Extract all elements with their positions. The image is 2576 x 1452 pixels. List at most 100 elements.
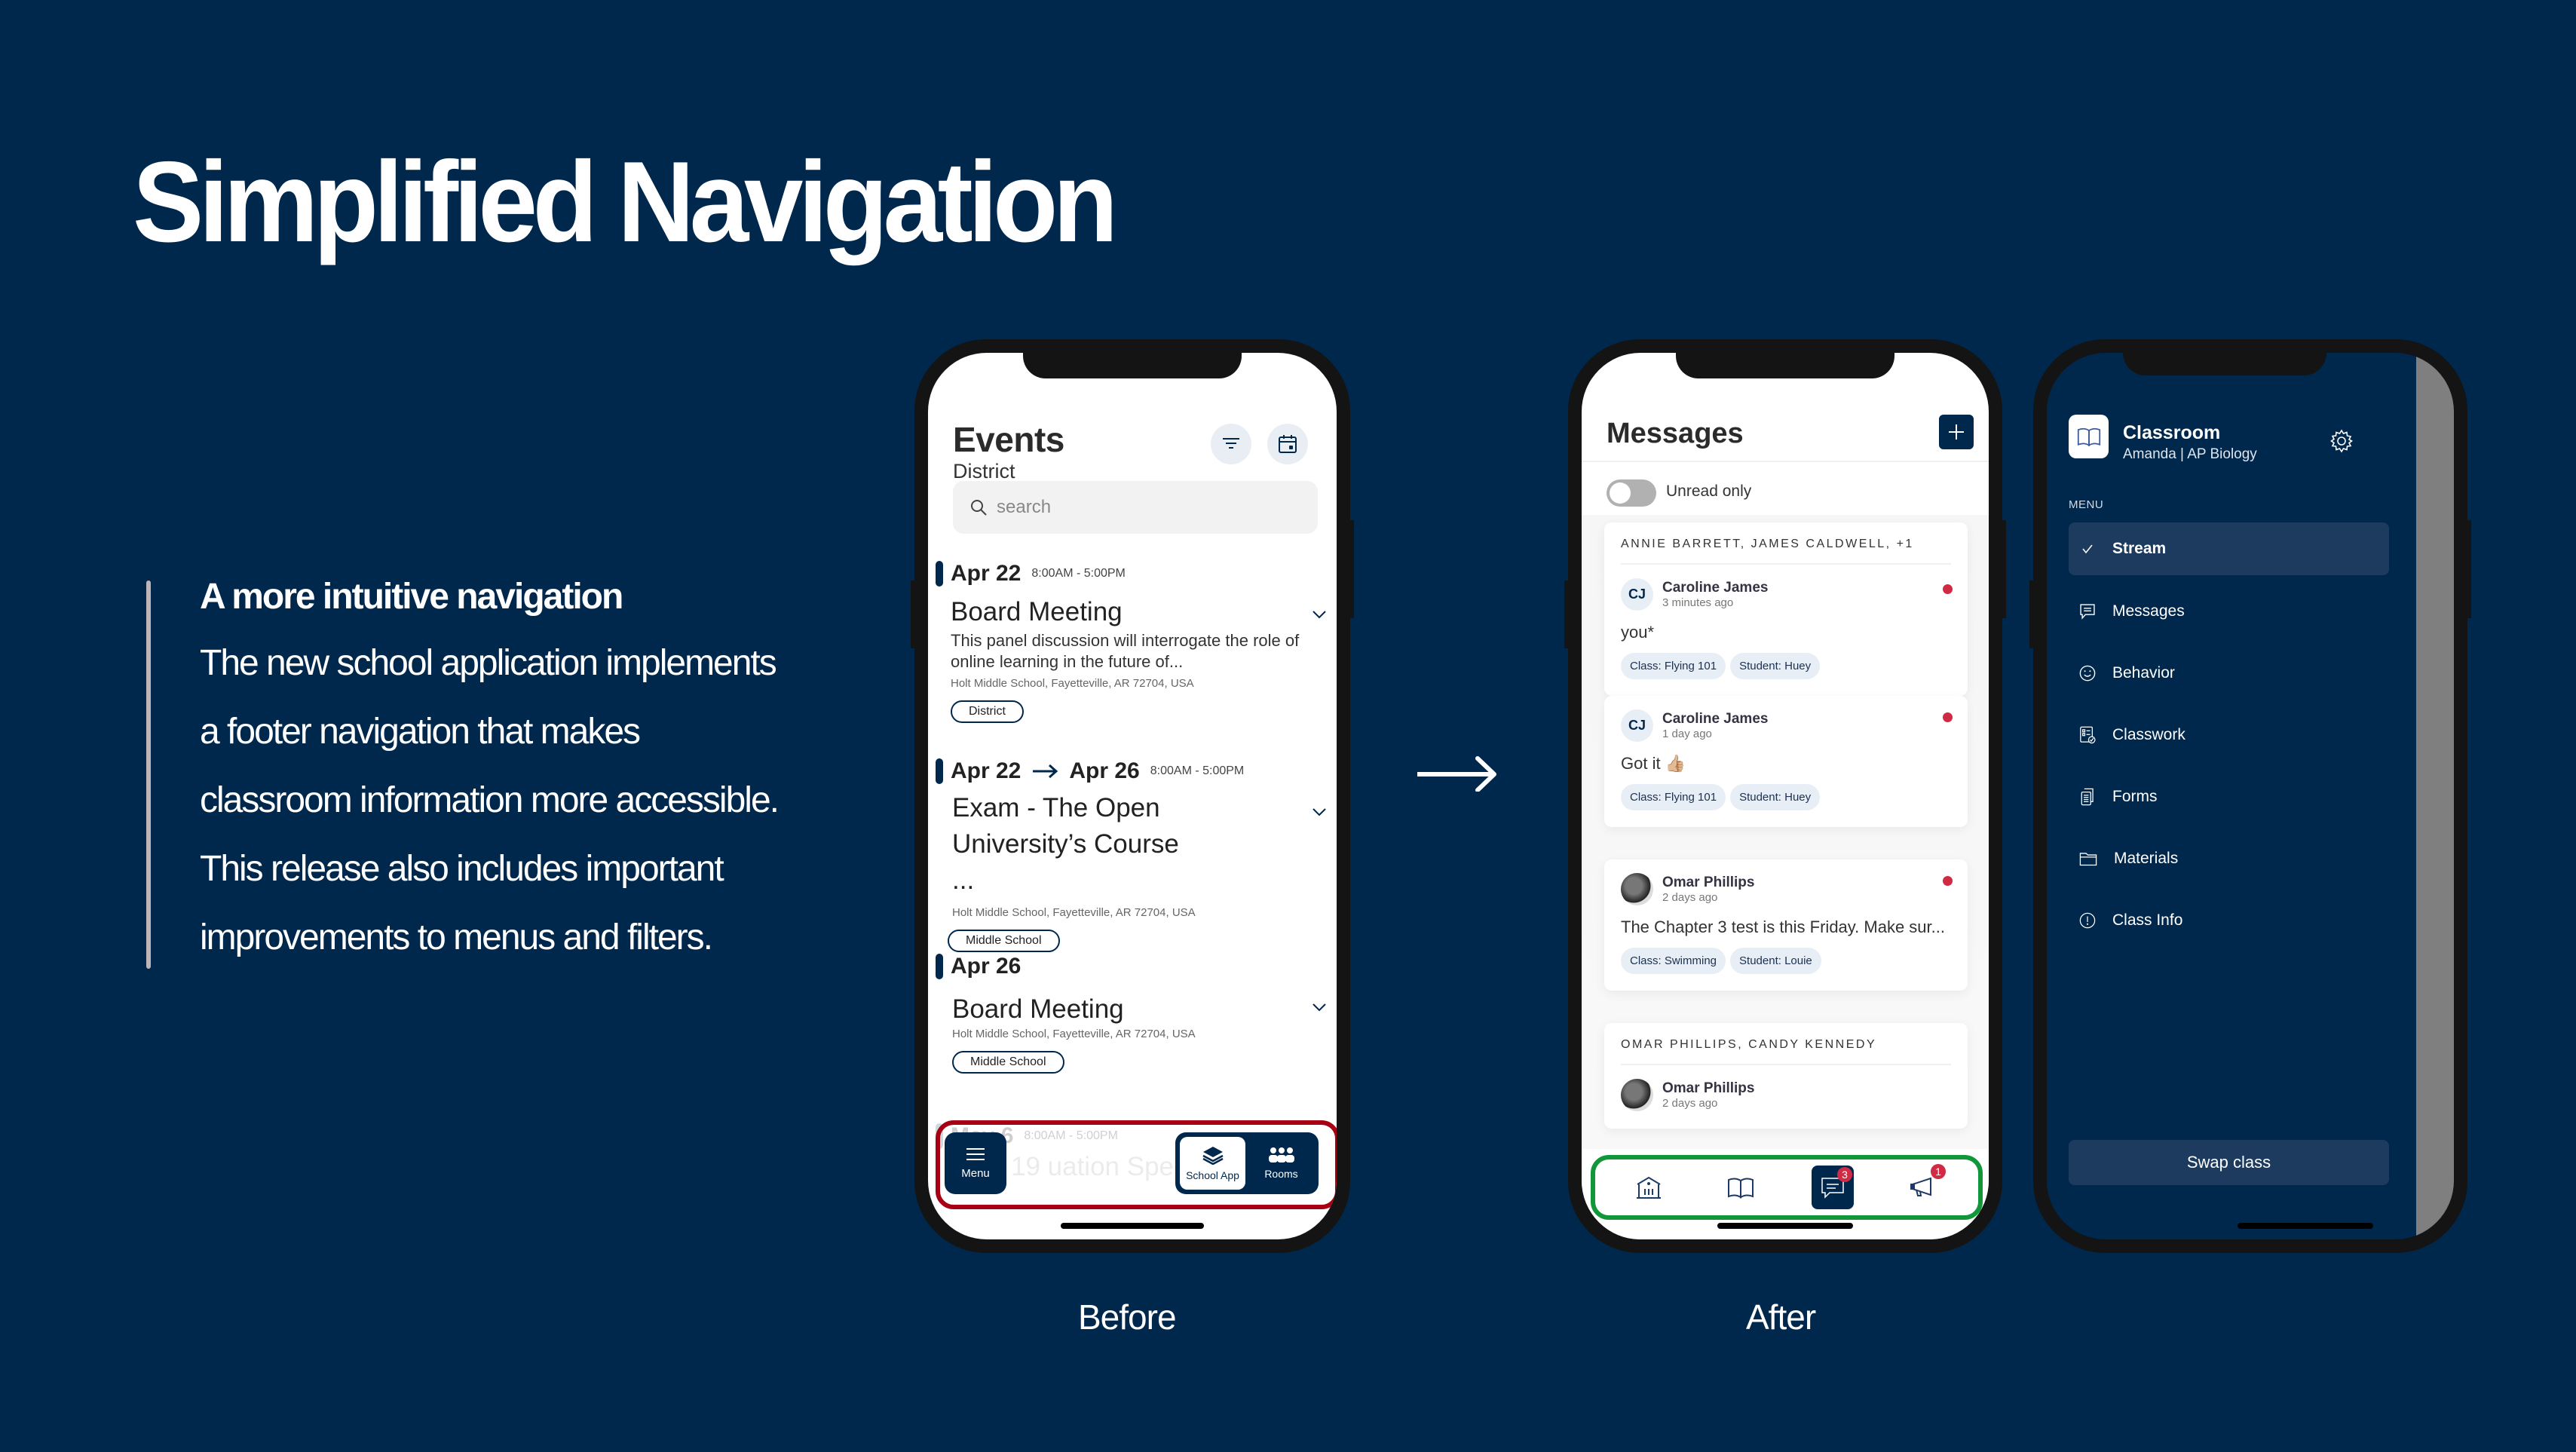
classwork-icon <box>2080 726 2096 744</box>
unread-only-label: Unread only <box>1666 482 1752 500</box>
messages-screen: Messages ANNIE BARRETT, JAMES CALDWELL, … <box>1582 353 1989 1239</box>
avatar-photo <box>1621 1079 1653 1111</box>
feature-heading: A more intuitive navigation <box>200 577 623 617</box>
tab-school[interactable] <box>1628 1166 1670 1209</box>
school-app-tab[interactable]: School App <box>1180 1137 1245 1190</box>
event-name: Exam - The Open University’s Course ... <box>952 793 1179 895</box>
menu-item-label: Behavior <box>2112 664 2175 682</box>
gear-icon[interactable] <box>2329 428 2354 454</box>
filter-button[interactable] <box>1211 424 1251 464</box>
message-list: ANNIE BARRETT, JAMES CALDWELL, +1 CJ Car… <box>1582 515 1989 1164</box>
feature-line: This release also includes important <box>200 849 724 889</box>
tab-messages[interactable]: 3 <box>1812 1166 1854 1209</box>
student-tag[interactable]: Student: Louie <box>1730 948 1821 974</box>
chevron-down-icon[interactable] <box>1311 804 1328 820</box>
calendar-icon <box>1279 435 1297 453</box>
hamburger-icon <box>966 1147 985 1160</box>
menu-item-label: Messages <box>2112 602 2185 620</box>
message-preview: The Chapter 3 test is this Friday. Make … <box>1621 917 1945 936</box>
event-item[interactable]: Apr 22 8:00AM - 5:00PM Board Meeting Thi… <box>936 561 1328 723</box>
chevron-down-icon[interactable] <box>1311 606 1328 623</box>
tab-announcements[interactable]: 1 <box>1904 1164 1946 1209</box>
drawer-title: Classroom <box>2123 422 2221 443</box>
message-time: 2 days ago <box>1662 891 1718 904</box>
event-tag[interactable]: Middle School <box>952 1051 1064 1074</box>
footer-tab-bar: 3 1 <box>1591 1155 1983 1220</box>
message-thread[interactable]: CJ Caroline James 1 day ago Got it 👍🏼 Cl… <box>1604 696 1968 827</box>
sender-name: Caroline James <box>1662 580 1769 596</box>
after-caption: After <box>1746 1297 1816 1337</box>
feature-line: The new school application implements <box>200 643 777 683</box>
forms-icon <box>2081 788 2094 806</box>
menu-item-materials[interactable]: Materials <box>2069 832 2389 885</box>
swap-class-button[interactable]: Swap class <box>2069 1140 2389 1185</box>
message-preview: Got it 👍🏼 <box>1621 754 1686 773</box>
menu-item-behavior[interactable]: Behavior <box>2069 647 2389 700</box>
menu-heading: MENU <box>2069 498 2104 511</box>
chevron-down-icon[interactable] <box>1311 999 1328 1015</box>
event-location: Holt Middle School, Fayetteville, AR 727… <box>951 677 1194 690</box>
class-tag[interactable]: Class: Flying 101 <box>1621 784 1726 810</box>
event-name: Board Meeting <box>952 994 1124 1024</box>
arrow-right-icon <box>1417 756 1496 792</box>
page-title: Messages <box>1607 418 1744 449</box>
student-tag[interactable]: Student: Huey <box>1730 653 1821 679</box>
message-thread[interactable]: OMAR PHILLIPS, CANDY KENNEDY Omar Philli… <box>1604 1023 1968 1129</box>
menu-button[interactable]: Menu <box>945 1132 1006 1194</box>
dimmed-overlay[interactable] <box>2416 353 2454 1239</box>
announcements-badge: 1 <box>1931 1164 1946 1179</box>
rooms-label: Rooms <box>1264 1168 1298 1180</box>
search-icon <box>971 500 987 516</box>
class-tag[interactable]: Class: Swimming <box>1621 948 1726 974</box>
event-item[interactable]: Apr 22 Apr 26 8:00AM - 5:00PM Exam - The… <box>936 758 1328 952</box>
book-icon <box>2077 428 2100 447</box>
event-item[interactable]: Apr 26 Board Meeting Holt Middle School,… <box>936 954 1328 1074</box>
thread-participants: ANNIE BARRETT, JAMES CALDWELL, +1 <box>1621 522 1951 565</box>
student-tag[interactable]: Student: Huey <box>1730 784 1821 810</box>
menu-item-label: Materials <box>2114 850 2179 867</box>
after-phone: Messages ANNIE BARRETT, JAMES CALDWELL, … <box>1564 339 2006 1253</box>
event-tag[interactable]: District <box>951 700 1024 723</box>
menu-item-forms[interactable]: Forms <box>2069 770 2389 823</box>
event-time: 8:00AM - 5:00PM <box>1031 567 1126 580</box>
unread-dot <box>1943 584 1953 594</box>
event-date: Apr 22 <box>951 561 1022 586</box>
new-message-button[interactable] <box>1939 415 1974 449</box>
search-input[interactable]: search <box>953 481 1318 534</box>
header-divider <box>1582 461 1989 462</box>
rooms-tab[interactable]: Rooms <box>1248 1137 1314 1190</box>
menu-item-class-info[interactable]: Class Info <box>2069 894 2389 947</box>
quote-bar <box>146 580 151 969</box>
message-icon <box>2080 604 2095 620</box>
menu-item-label: Classwork <box>2112 726 2185 743</box>
calendar-button[interactable] <box>1267 424 1308 464</box>
message-thread[interactable]: ANNIE BARRETT, JAMES CALDWELL, +1 CJ Car… <box>1604 522 1968 696</box>
class-tag[interactable]: Class: Flying 101 <box>1621 653 1726 679</box>
date-marker <box>936 954 943 979</box>
megaphone-icon <box>1910 1177 1931 1196</box>
event-tag[interactable]: Middle School <box>948 930 1060 952</box>
arrow-right-icon <box>1033 764 1058 779</box>
event-location: Holt Middle School, Fayetteville, AR 727… <box>952 906 1196 919</box>
drawer-phone: Classroom Amanda | AP Biology MENU Strea… <box>2029 339 2471 1253</box>
message-thread[interactable]: Omar Phillips 2 days ago The Chapter 3 t… <box>1604 859 1968 991</box>
menu-item-messages[interactable]: Messages <box>2069 585 2389 638</box>
events-screen: Events District search Apr 22 8:00AM - 5… <box>928 353 1337 1239</box>
people-icon <box>1268 1147 1294 1163</box>
page-title: Events <box>953 420 1064 459</box>
home-indicator <box>1717 1223 1853 1229</box>
sender-name: Omar Phillips <box>1662 1080 1755 1096</box>
unread-dot <box>1943 876 1953 886</box>
unread-only-toggle[interactable] <box>1607 479 1656 507</box>
message-time: 3 minutes ago <box>1662 596 1734 609</box>
sender-name: Omar Phillips <box>1662 875 1755 890</box>
menu-item-stream[interactable]: Stream <box>2069 522 2389 575</box>
smiley-icon <box>2079 665 2096 682</box>
date-marker <box>936 561 943 587</box>
drawer-subtitle: Amanda | AP Biology <box>2123 446 2257 462</box>
school-building-icon <box>1637 1176 1661 1199</box>
tab-classroom[interactable] <box>1720 1166 1762 1209</box>
menu-item-classwork[interactable]: Classwork <box>2069 709 2389 761</box>
event-end-date: Apr 26 <box>1069 758 1140 783</box>
event-date: Apr 22 <box>951 758 1022 783</box>
